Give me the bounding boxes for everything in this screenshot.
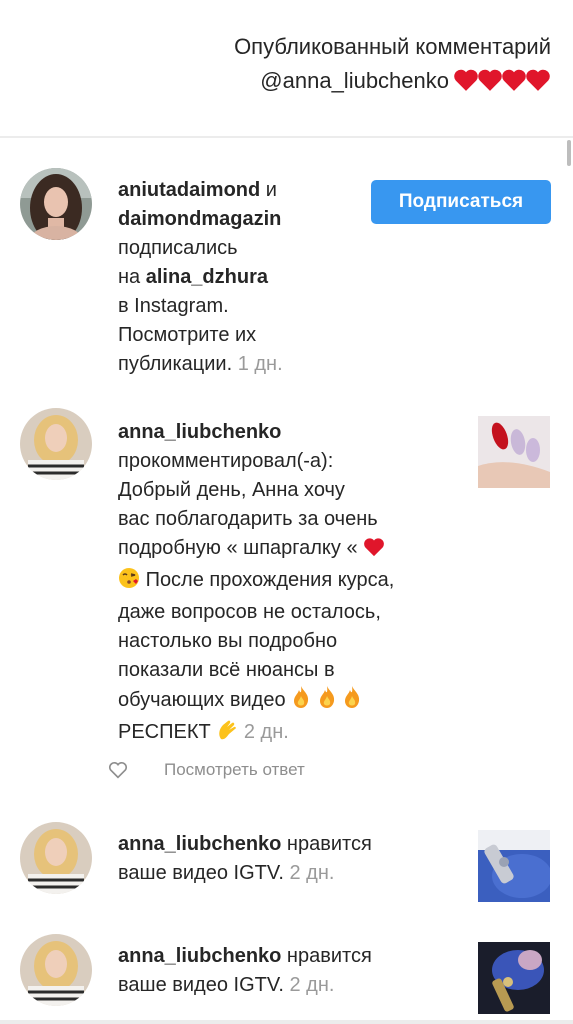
comment-line: даже вопросов не осталось, xyxy=(118,601,381,623)
reply-row: Посмотреть ответ xyxy=(108,758,305,782)
comment-line: подробную « шпаргалку « xyxy=(118,537,358,559)
fire-icon xyxy=(342,685,362,718)
notification-text: anna_liubchenko прокомментировал(-а): До… xyxy=(118,418,463,750)
caption-username: @anna_liubchenko xyxy=(260,68,449,93)
notification-line: подписались xyxy=(118,237,238,259)
avatar[interactable] xyxy=(20,934,92,1006)
notification-line: нравится xyxy=(281,945,372,967)
notification-text: anna_liubchenko нравится ваше видео IGTV… xyxy=(118,942,463,1000)
video-thumbnail[interactable] xyxy=(478,830,550,902)
comment-line: РЕСПЕКТ xyxy=(118,721,211,743)
post-thumbnail[interactable] xyxy=(478,416,550,488)
timestamp: 2 дн. xyxy=(289,862,335,884)
fire-icon xyxy=(317,685,337,718)
avatar[interactable] xyxy=(20,168,92,240)
fire-icon xyxy=(291,685,311,718)
comment-line: настолько вы подробно xyxy=(118,630,338,652)
notification-line: на xyxy=(118,266,146,288)
username-link[interactable]: aniutadaimond xyxy=(118,179,260,201)
avatar[interactable] xyxy=(20,408,92,480)
avatar[interactable] xyxy=(20,822,92,894)
username-link[interactable]: anna_liubchenko xyxy=(118,833,281,855)
comment-line: После прохождения курса, xyxy=(145,569,395,591)
clapping-hands-icon xyxy=(216,719,238,750)
timestamp: 2 дн. xyxy=(243,721,289,743)
username-link[interactable]: anna_liubchenko xyxy=(118,421,281,443)
red-hearts-icon xyxy=(454,68,551,102)
notification-line: Посмотрите их xyxy=(118,324,257,346)
view-reply-link[interactable]: Посмотреть ответ xyxy=(164,760,305,780)
notification-line: нравится xyxy=(281,833,372,855)
username-link[interactable]: anna_liubchenko xyxy=(118,945,281,967)
notification-line: в Instagram. xyxy=(118,295,229,317)
comment-line: вас поблагодарить за очень xyxy=(118,508,378,530)
username-link[interactable]: daimondmagazin xyxy=(118,208,281,230)
conjunction: и xyxy=(260,179,277,201)
notification-text: anna_liubchenko нравится ваше видео IGTV… xyxy=(118,830,463,888)
red-heart-icon xyxy=(363,537,385,566)
notification-line: прокомментировал(-а): xyxy=(118,450,334,472)
notification-line: ваше видео IGTV. xyxy=(118,974,284,996)
video-thumbnail[interactable] xyxy=(478,942,550,1014)
comment-line: обучающих видео xyxy=(118,689,286,711)
caption-subtitle: @anna_liubchenko xyxy=(131,64,551,102)
notification-line: публикации. xyxy=(118,353,233,375)
caption-title: Опубликованный комментарий xyxy=(234,34,551,59)
timestamp: 2 дн. xyxy=(289,974,335,996)
notification-line: ваше видео IGTV. xyxy=(118,862,284,884)
heart-outline-icon[interactable] xyxy=(108,761,128,779)
comment-line: показали всё нюансы в xyxy=(118,659,335,681)
follow-button[interactable]: Подписаться xyxy=(371,180,551,224)
comment-line: Добрый день, Анна хочу xyxy=(118,479,345,501)
kissing-face-icon xyxy=(118,567,140,598)
username-link[interactable]: alina_dzhura xyxy=(146,266,268,288)
bottom-divider xyxy=(0,1020,573,1024)
caption: Опубликованный комментарий @anna_liubche… xyxy=(131,30,551,102)
divider xyxy=(0,136,573,138)
scrollbar[interactable] xyxy=(567,140,571,166)
timestamp: 1 дн. xyxy=(237,353,283,375)
